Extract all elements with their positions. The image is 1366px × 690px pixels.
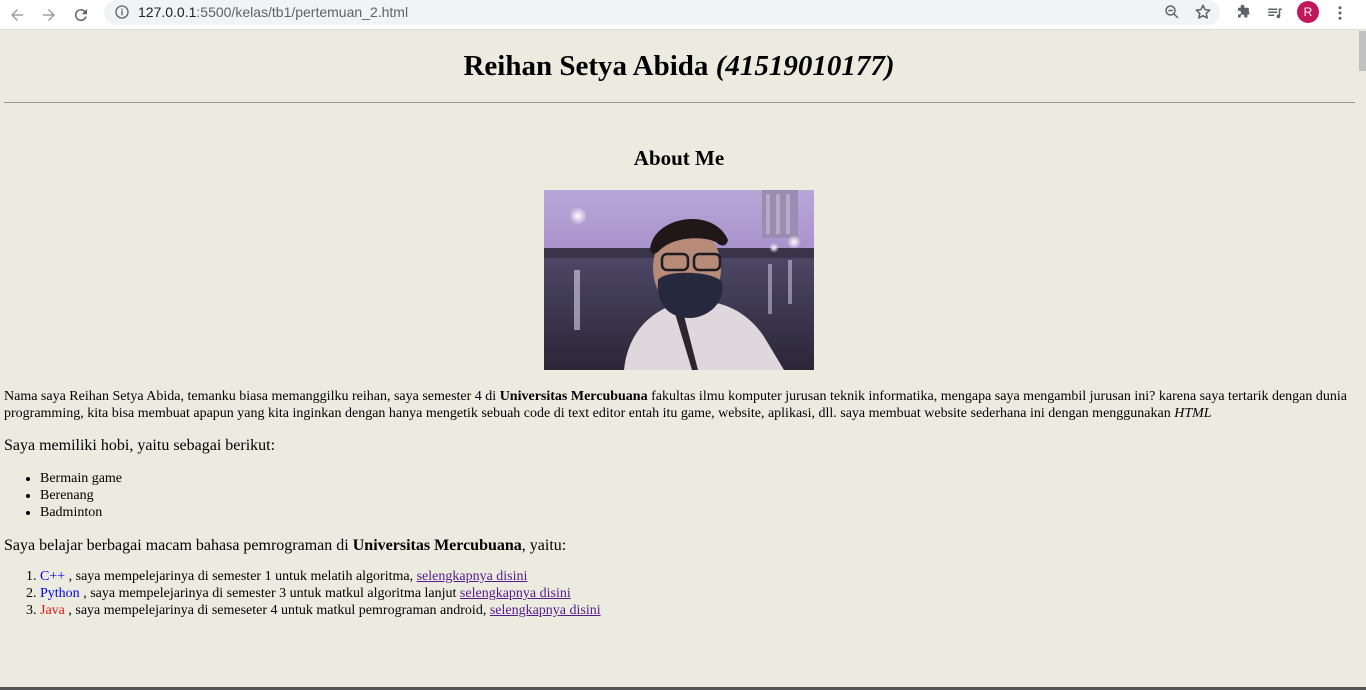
extensions-button[interactable] bbox=[1234, 3, 1254, 23]
student-id: (41519010177) bbox=[715, 50, 895, 82]
hobby-list: Bermain game Berenang Badminton bbox=[40, 470, 122, 521]
hobby-intro: Saya memiliki hobi, yaitu sebagai beriku… bbox=[4, 437, 276, 454]
more-link[interactable]: selengkapnya disini bbox=[490, 603, 601, 618]
arrow-left-icon bbox=[11, 9, 23, 21]
more-link[interactable]: selengkapnya disini bbox=[460, 586, 571, 601]
list-item: C++ , saya mempelejarinya di semester 1 … bbox=[40, 568, 601, 585]
forward-button[interactable] bbox=[38, 4, 60, 26]
reload-icon bbox=[74, 9, 87, 22]
puzzle-icon bbox=[1238, 4, 1250, 18]
about-heading: About Me bbox=[633, 146, 725, 170]
divider bbox=[4, 102, 1355, 103]
kebab-menu-icon bbox=[1338, 6, 1342, 20]
playlist-icon bbox=[1268, 8, 1282, 19]
language-intro: Saya belajar berbagai macam bahasa pemro… bbox=[4, 537, 567, 554]
url-text[interactable]: 127.0.0.1:5500/kelas/tb1/pertemuan_2.htm… bbox=[138, 4, 408, 20]
page-content: Reihan Setya Abida (41519010177) About M… bbox=[0, 31, 1366, 690]
profile-photo bbox=[544, 190, 814, 370]
list-item: Python , saya mempelejarinya di semester… bbox=[40, 585, 601, 602]
arrow-right-icon bbox=[43, 9, 55, 21]
list-item: Bermain game bbox=[40, 470, 122, 487]
browser-toolbar: 127.0.0.1:5500/kelas/tb1/pertemuan_2.htm… bbox=[0, 0, 1366, 30]
language-name: C++ bbox=[40, 569, 66, 584]
info-icon[interactable] bbox=[114, 4, 130, 20]
list-item: Java , saya mempelejarinya di semeseter … bbox=[40, 602, 601, 619]
language-list: C++ , saya mempelejarinya di semester 1 … bbox=[40, 568, 601, 619]
list-item: Berenang bbox=[40, 487, 122, 504]
more-link[interactable]: selengkapnya disini bbox=[417, 569, 528, 584]
profile-avatar[interactable]: R bbox=[1297, 1, 1319, 23]
media-control-button[interactable] bbox=[1265, 3, 1285, 23]
bookmark-star-icon[interactable] bbox=[1194, 3, 1212, 21]
page-title: Reihan Setya Abida (41519010177) bbox=[463, 50, 895, 82]
address-bar[interactable]: 127.0.0.1:5500/kelas/tb1/pertemuan_2.htm… bbox=[104, 0, 1220, 25]
reload-button[interactable] bbox=[70, 4, 92, 26]
about-paragraph: Nama saya Reihan Setya Abida, temanku bi… bbox=[4, 389, 1348, 421]
list-item: Badminton bbox=[40, 504, 122, 521]
language-name: Java bbox=[40, 603, 65, 618]
language-name: Python bbox=[40, 586, 80, 601]
menu-button[interactable] bbox=[1330, 3, 1350, 23]
zoom-icon[interactable] bbox=[1163, 3, 1181, 21]
back-button[interactable] bbox=[6, 4, 28, 26]
